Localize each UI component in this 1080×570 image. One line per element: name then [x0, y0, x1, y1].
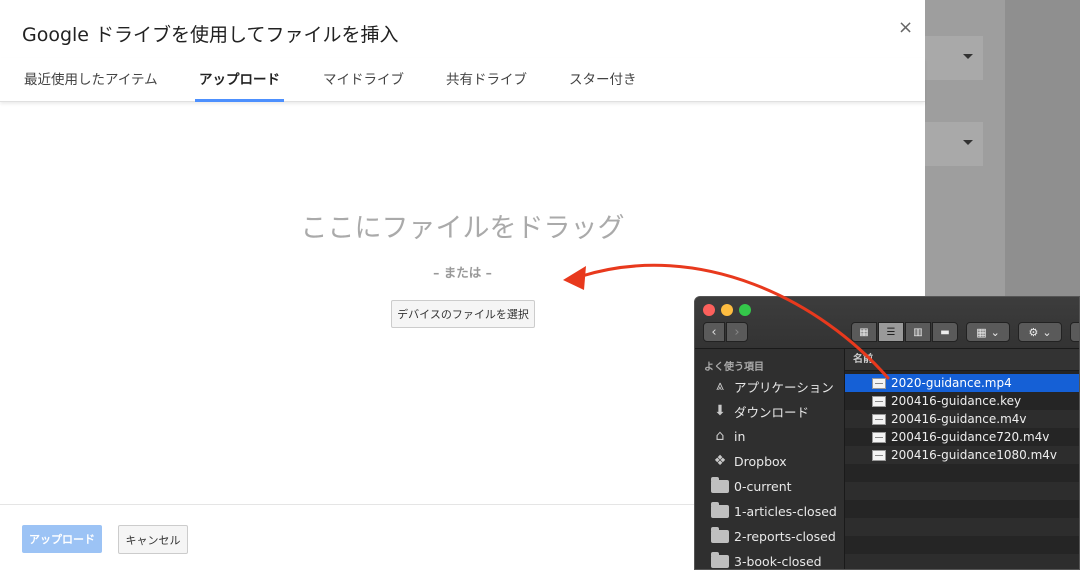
file-list: 名前 2020-guidance.mp4 200416-guidance.key…	[845, 349, 1079, 569]
keynote-file-icon	[872, 395, 886, 407]
tab-bar: 最近使用したアイテム アップロード マイドライブ 共有ドライブ スター付き	[0, 58, 925, 102]
group-by-button[interactable]: ▦ ⌄	[966, 322, 1010, 342]
gallery-view-icon[interactable]: ▬	[932, 322, 958, 342]
column-view-icon[interactable]: ▥	[905, 322, 931, 342]
sidebar-item-label: 0-current	[734, 478, 792, 494]
sidebar-item-dropbox[interactable]: ❖ Dropbox	[711, 450, 787, 472]
share-button[interactable]	[1070, 322, 1079, 342]
dropbox-icon: ❖	[713, 453, 727, 469]
finder-toolbar: ‹ › ▦ ☰ ▥ ▬ ▦ ⌄ ⚙ ⌄	[695, 297, 1079, 349]
list-view-icon[interactable]: ☰	[878, 322, 904, 342]
folder-icon	[711, 501, 729, 518]
back-icon[interactable]: ‹	[703, 322, 725, 342]
empty-row	[845, 464, 1079, 482]
column-header-name[interactable]: 名前	[845, 349, 1079, 371]
file-name: 200416-guidance1080.m4v	[891, 448, 1058, 462]
file-name: 200416-guidance720.m4v	[891, 430, 1050, 444]
tab-starred[interactable]: スター付き	[569, 68, 637, 102]
empty-row	[845, 482, 1079, 500]
file-row[interactable]: 200416-guidance.key	[845, 392, 1079, 410]
file-name: 2020-guidance.mp4	[891, 376, 1012, 390]
video-file-icon	[872, 377, 886, 389]
file-row[interactable]: 200416-guidance1080.m4v	[845, 446, 1079, 464]
dialog-title: Google ドライブを使用してファイルを挿入	[22, 24, 399, 46]
sidebar-item-label: in	[734, 428, 746, 444]
tab-recent[interactable]: 最近使用したアイテム	[24, 68, 158, 102]
chevron-down-icon	[963, 54, 973, 59]
tab-shared-drives[interactable]: 共有ドライブ	[446, 68, 527, 102]
icon-view-icon[interactable]: ▦	[851, 322, 877, 342]
background-dropdown	[925, 122, 983, 166]
finder-window: ‹ › ▦ ☰ ▥ ▬ ▦ ⌄ ⚙ ⌄ よく使う項目 ⩓ アプリケーション ⬇ ダウ…	[694, 296, 1080, 570]
downloads-icon: ⬇	[714, 403, 726, 419]
sidebar-item-folder[interactable]: 1-articles-closed	[711, 500, 837, 522]
sidebar-item-downloads[interactable]: ⬇ ダウンロード	[711, 400, 809, 422]
sidebar-item-label: 1-articles-closed	[734, 503, 837, 519]
folder-icon	[711, 551, 729, 568]
drop-zone-text[interactable]: ここにファイルをドラッグ	[0, 206, 925, 245]
tab-my-drive[interactable]: マイドライブ	[323, 68, 404, 102]
empty-row	[845, 500, 1079, 518]
empty-row	[845, 536, 1079, 554]
file-row[interactable]: 2020-guidance.mp4	[845, 374, 1079, 392]
applications-icon: ⩓	[716, 378, 724, 394]
sidebar-item-label: Dropbox	[734, 453, 787, 469]
background-dropdown	[925, 36, 983, 80]
forward-icon[interactable]: ›	[726, 322, 748, 342]
empty-row	[845, 518, 1079, 536]
chevron-down-icon: ⌄	[1042, 325, 1052, 339]
file-name: 200416-guidance.m4v	[891, 412, 1027, 426]
grid-icon: ▦	[976, 325, 987, 339]
close-window-button[interactable]	[703, 304, 715, 316]
chevron-down-icon: ⌄	[990, 325, 1000, 339]
sidebar-item-label: 3-book-closed	[734, 553, 822, 569]
sidebar-item-label: アプリケーション	[734, 379, 834, 395]
empty-row	[845, 554, 1079, 569]
sidebar-item-folder[interactable]: 0-current	[711, 475, 792, 497]
minimize-window-button[interactable]	[721, 304, 733, 316]
select-device-file-button[interactable]: デバイスのファイルを選択	[391, 300, 535, 328]
video-file-icon	[872, 449, 886, 461]
sidebar-item-folder[interactable]: 3-book-closed	[711, 550, 822, 569]
upload-button[interactable]: アップロード	[22, 525, 102, 553]
video-file-icon	[872, 413, 886, 425]
file-name: 200416-guidance.key	[891, 394, 1022, 408]
finder-sidebar: よく使う項目 ⩓ アプリケーション ⬇ ダウンロード ⌂ in ❖ Dropbo…	[695, 349, 845, 569]
sidebar-item-label: 2-reports-closed	[734, 528, 836, 544]
action-button[interactable]: ⚙ ⌄	[1018, 322, 1062, 342]
gear-icon: ⚙	[1028, 325, 1039, 339]
sidebar-item-applications[interactable]: ⩓ アプリケーション	[711, 375, 834, 397]
sidebar-item-home[interactable]: ⌂ in	[711, 425, 746, 447]
folder-icon	[711, 476, 729, 493]
sidebar-item-folder[interactable]: 2-reports-closed	[711, 525, 836, 547]
zoom-window-button[interactable]	[739, 304, 751, 316]
chevron-down-icon	[963, 140, 973, 145]
sidebar-heading: よく使う項目	[704, 362, 764, 373]
file-row[interactable]: 200416-guidance.m4v	[845, 410, 1079, 428]
home-icon: ⌂	[715, 428, 725, 444]
sidebar-item-label: ダウンロード	[734, 404, 810, 420]
cancel-button[interactable]: キャンセル	[118, 525, 188, 554]
or-separator: – または –	[433, 265, 492, 280]
file-row[interactable]: 200416-guidance720.m4v	[845, 428, 1079, 446]
tab-upload[interactable]: アップロード	[195, 68, 284, 102]
folder-icon	[711, 526, 729, 543]
video-file-icon	[872, 431, 886, 443]
close-icon[interactable]: ×	[898, 18, 913, 38]
